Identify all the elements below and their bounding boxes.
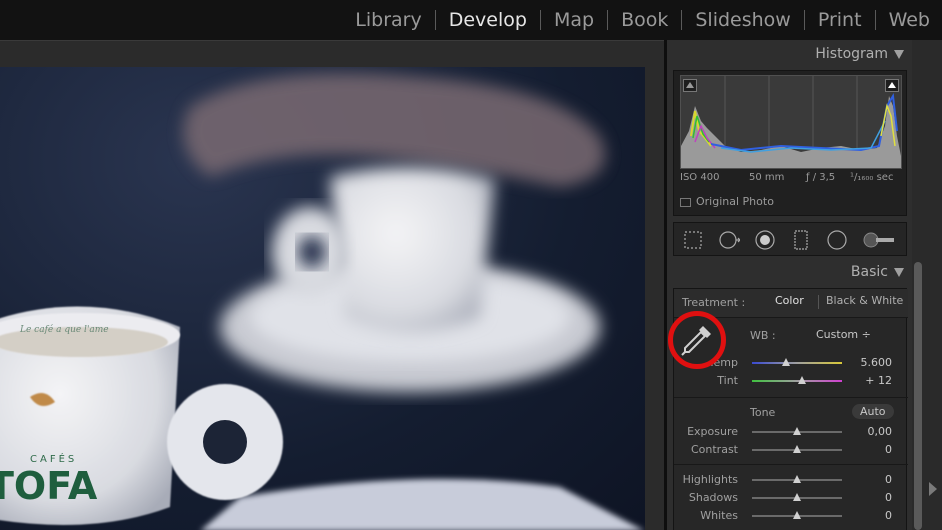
module-web[interactable]: Web: [889, 9, 930, 31]
highlights-value[interactable]: 0: [885, 473, 892, 486]
section-divider: [674, 464, 908, 465]
shadows-slider-track[interactable]: [752, 493, 842, 501]
contrast-value[interactable]: 0: [885, 443, 892, 456]
treatment-bw-button[interactable]: Black & White: [826, 294, 903, 307]
exposure-value[interactable]: 0,00: [868, 425, 893, 438]
tint-slider-track[interactable]: [752, 376, 842, 384]
basic-title: Basic: [850, 264, 888, 280]
cup-brand: TOFA: [0, 464, 98, 508]
exif-aperture: ƒ / 3,5: [806, 172, 836, 183]
graduated-filter-icon[interactable]: [790, 229, 812, 251]
radial-filter-icon[interactable]: [826, 229, 848, 251]
exposure-slider-track[interactable]: [752, 427, 842, 435]
module-separator: [803, 10, 805, 30]
module-library[interactable]: Library: [355, 9, 421, 31]
collapse-triangle-icon[interactable]: [894, 268, 904, 277]
tool-strip: [673, 222, 907, 256]
eyedropper-icon: [681, 326, 711, 356]
panel-scrollbar[interactable]: [914, 262, 922, 530]
histogram-panel: ISO 400 50 mm ƒ / 3,5 ¹/₁₆₀₀ sec Origina…: [673, 70, 907, 216]
module-separator: [681, 10, 683, 30]
treatment-separator: [818, 295, 819, 309]
original-photo-checkbox[interactable]: [680, 198, 691, 207]
wb-eyedropper-button[interactable]: [668, 311, 726, 369]
red-eye-correction-icon[interactable]: [754, 229, 776, 251]
exif-iso: ISO 400: [680, 172, 720, 183]
tone-label: Tone: [750, 406, 776, 419]
adjustment-brush-icon[interactable]: [862, 229, 896, 251]
exif-focal-length: 50 mm: [749, 172, 785, 183]
shadow-clipping-icon[interactable]: [683, 79, 697, 92]
histogram-graph[interactable]: [680, 75, 902, 169]
module-picker: Library Develop Map Book Slideshow Print…: [355, 0, 930, 40]
right-panel-collapse-icon[interactable]: [929, 482, 937, 496]
section-divider: [674, 397, 908, 398]
crop-overlay-icon[interactable]: [682, 229, 704, 251]
original-photo-label: Original Photo: [696, 195, 774, 208]
highlights-slider-thumb[interactable]: [793, 475, 801, 483]
tone-auto-button[interactable]: Auto: [852, 404, 894, 419]
photo-preview[interactable]: CAFÉS TOFA Le café a que l'ame: [0, 67, 645, 530]
tint-slider-thumb[interactable]: [798, 376, 807, 384]
basic-header[interactable]: Basic: [667, 260, 912, 284]
module-develop[interactable]: Develop: [449, 9, 527, 31]
highlight-clipping-icon[interactable]: [885, 79, 899, 92]
histogram-title: Histogram: [815, 46, 888, 62]
contrast-slider-thumb[interactable]: [793, 445, 801, 453]
module-separator: [607, 10, 609, 30]
module-separator: [434, 10, 436, 30]
temp-value[interactable]: 5.600: [861, 356, 893, 369]
module-print[interactable]: Print: [818, 9, 862, 31]
cup-rim-text: Le café a que l'ame: [19, 324, 109, 335]
module-slideshow[interactable]: Slideshow: [695, 9, 790, 31]
wb-dropdown[interactable]: Custom ÷: [816, 328, 871, 341]
whites-slider-thumb[interactable]: [793, 511, 801, 519]
exposure-label: Exposure: [687, 425, 738, 438]
contrast-label: Contrast: [690, 443, 738, 456]
histogram-header[interactable]: Histogram: [667, 42, 912, 66]
wb-label: WB :: [750, 329, 776, 342]
temp-slider-thumb[interactable]: [782, 358, 791, 366]
tint-value[interactable]: + 12: [865, 374, 892, 387]
module-picker-bar: Library Develop Map Book Slideshow Print…: [0, 0, 942, 40]
exif-shutter: ¹/₁₆₀₀ sec: [850, 172, 894, 183]
treatment-label: Treatment :: [682, 296, 746, 309]
histogram-curves: [681, 76, 901, 168]
collapse-triangle-icon[interactable]: [894, 50, 904, 59]
exposure-slider-thumb[interactable]: [793, 427, 801, 435]
contrast-slider-track[interactable]: [752, 445, 842, 453]
highlights-label: Highlights: [682, 473, 738, 486]
whites-value[interactable]: 0: [885, 509, 892, 522]
temp-slider-track[interactable]: [752, 358, 842, 366]
shadows-label: Shadows: [688, 491, 738, 504]
module-book[interactable]: Book: [621, 9, 668, 31]
tint-label: Tint: [717, 374, 738, 387]
photo-image: CAFÉS TOFA Le café a que l'ame: [0, 73, 644, 530]
shadows-value[interactable]: 0: [885, 491, 892, 504]
spot-removal-icon[interactable]: [718, 229, 740, 251]
whites-label: Whites: [700, 509, 738, 522]
treatment-color-button[interactable]: Color: [775, 294, 804, 307]
photo-workspace: CAFÉS TOFA Le café a que l'ame: [0, 40, 664, 530]
module-map[interactable]: Map: [554, 9, 594, 31]
right-panel: Histogram ISO 400 50 mm ƒ / 3,5 ¹/₁₆₀₀ s…: [667, 40, 912, 530]
module-separator: [539, 10, 541, 30]
module-separator: [874, 10, 876, 30]
whites-slider-track[interactable]: [752, 511, 842, 519]
shadows-slider-thumb[interactable]: [793, 493, 801, 501]
highlights-slider-track[interactable]: [752, 475, 842, 483]
